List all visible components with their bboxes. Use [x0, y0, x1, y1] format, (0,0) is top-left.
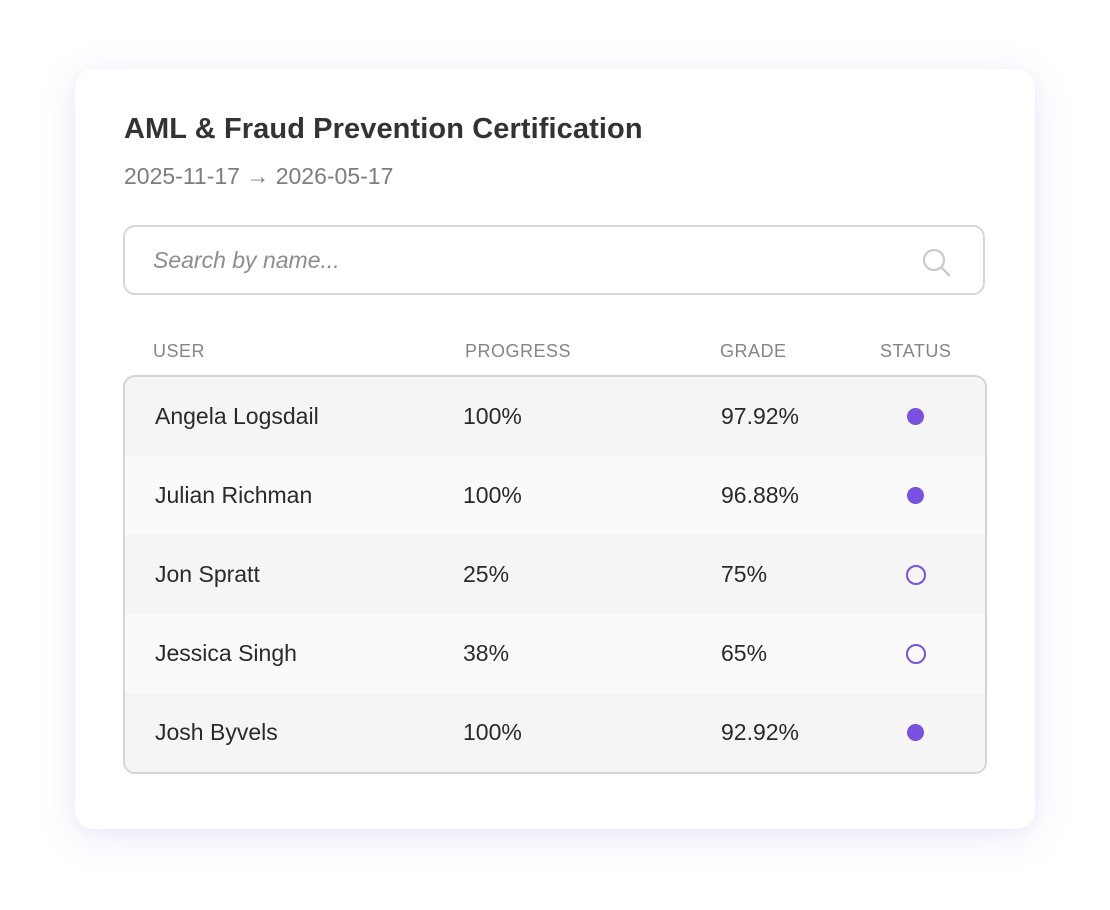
table-row[interactable]: Angela Logsdail 100% 97.92%: [125, 377, 985, 456]
certification-card: AML & Fraud Prevention Certification 202…: [75, 69, 1035, 829]
grade-value: 96.88%: [721, 482, 800, 508]
search-box[interactable]: [123, 225, 985, 295]
grade-value: 75%: [721, 561, 768, 587]
column-header-user: USER: [153, 341, 206, 361]
status-incomplete-icon: [906, 565, 926, 585]
user-name: Jon Spratt: [155, 561, 260, 587]
status-incomplete-icon: [906, 644, 926, 664]
user-name: Josh Byvels: [155, 719, 278, 745]
progress-value: 100%: [463, 719, 522, 745]
progress-value: 100%: [463, 482, 522, 508]
column-header-status: STATUS: [880, 341, 952, 361]
status-complete-icon: [907, 408, 924, 425]
table-row[interactable]: Jessica Singh 38% 65%: [125, 614, 985, 693]
search-icon[interactable]: [921, 247, 951, 277]
table-row[interactable]: Julian Richman 100% 96.88%: [125, 456, 985, 535]
table-row[interactable]: Josh Byvels 100% 92.92%: [125, 693, 985, 772]
date-range: 2025-11-17 → 2026-05-17: [124, 163, 394, 189]
progress-value: 38%: [463, 640, 510, 666]
progress-value: 100%: [463, 403, 522, 429]
user-name: Julian Richman: [155, 482, 313, 508]
card-title: AML & Fraud Prevention Certification: [124, 113, 643, 145]
status-complete-icon: [907, 724, 924, 741]
user-table: Angela Logsdail 100% 97.92% Julian Richm…: [123, 375, 987, 774]
user-name: Angela Logsdail: [155, 403, 319, 429]
grade-value: 65%: [721, 640, 768, 666]
status-complete-icon: [907, 487, 924, 504]
grade-value: 97.92%: [721, 403, 800, 429]
column-header-progress: PROGRESS: [465, 341, 572, 361]
progress-value: 25%: [463, 561, 510, 587]
user-name: Jessica Singh: [155, 640, 297, 666]
table-row[interactable]: Jon Spratt 25% 75%: [125, 535, 985, 614]
search-input[interactable]: [153, 227, 893, 293]
grade-value: 92.92%: [721, 719, 800, 745]
column-header-grade: GRADE: [720, 341, 787, 361]
